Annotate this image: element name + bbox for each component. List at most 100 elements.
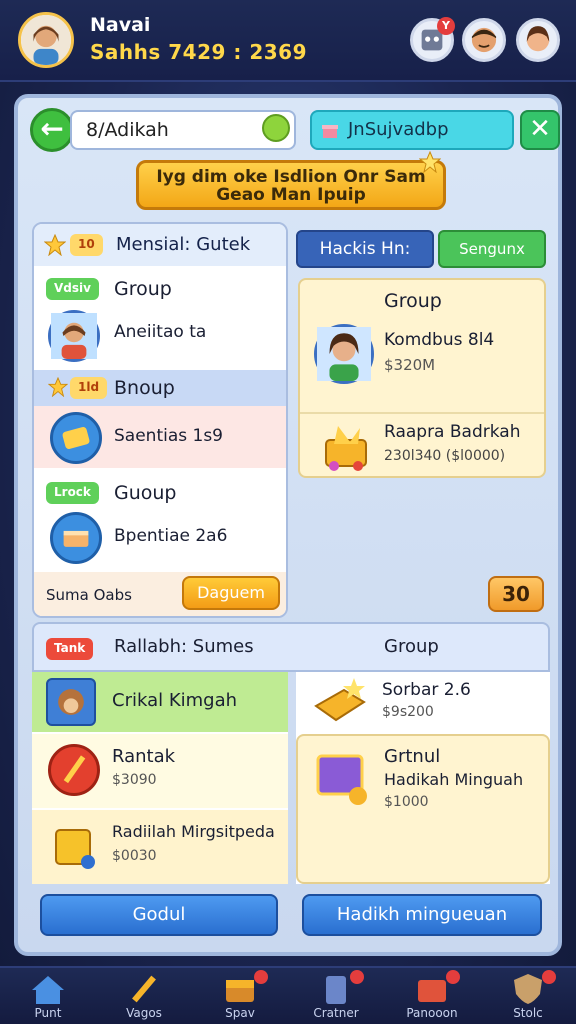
list-item[interactable]: Grtnul Hadikah Minguah $1000 xyxy=(296,734,550,884)
list-item[interactable]: Saentias 1s9 xyxy=(34,406,286,468)
gift-icon xyxy=(322,125,338,138)
robot-icon[interactable]: Y xyxy=(410,17,455,62)
item-title: Crikal Kimgah xyxy=(112,690,238,711)
item-title: Radiilah Mirgsitpeda xyxy=(112,822,275,841)
notification-badge xyxy=(254,970,268,984)
cake-icon xyxy=(50,512,102,564)
row-badge: Lrock xyxy=(46,482,99,504)
group-button[interactable]: Godul xyxy=(40,894,278,936)
lower-section-header: Tank Rallabh: Sumes Group xyxy=(32,622,550,672)
list-item[interactable]: Lrock Guoup Bpentiae 2a6 xyxy=(34,472,286,572)
item-title: Sorbar 2.6 xyxy=(382,680,471,700)
left-list-panel: 10 Mensial: Gutek Vdsiv Group Aneiitao t… xyxy=(32,222,288,618)
notification-badge: Y xyxy=(437,17,455,35)
item-value: $0030 xyxy=(112,848,157,864)
notification-badge xyxy=(542,970,556,984)
left-panel-title: Mensial: Gutek xyxy=(116,234,251,255)
list-item[interactable]: Sorbar 2.6 $9s200 xyxy=(296,672,550,732)
nav-label: Panooon xyxy=(406,1006,458,1020)
item-title: Rantak xyxy=(112,746,176,767)
reward-value: 230l340 ($l0000) xyxy=(384,448,506,464)
list-item[interactable]: Crikal Kimgah xyxy=(32,672,288,732)
player-avatar[interactable] xyxy=(18,12,74,68)
level-badge: 10 xyxy=(70,234,103,256)
notification-badge xyxy=(446,970,460,984)
group-card[interactable]: Group Komdbus 8l4 $320M Raapra Badrkah 2… xyxy=(298,278,546,478)
panel-header: ← 8/Adikah JnSujvadbp ✕ xyxy=(26,104,560,158)
nav-label: Cratner xyxy=(313,1006,359,1020)
nav-item-weapons[interactable]: Vagos xyxy=(96,968,192,1024)
tab-label: JnSujvadbp xyxy=(348,119,449,140)
tab-primary[interactable]: Hackis Hn: xyxy=(296,230,434,268)
magic-box-icon xyxy=(312,746,372,808)
row-subtitle: Aneiitao ta xyxy=(114,322,207,342)
monkey-icon xyxy=(46,678,96,726)
left-panel-header: 10 Mensial: Gutek xyxy=(34,224,286,266)
nav-item-shield[interactable]: Stolc xyxy=(480,968,576,1024)
player-name: Navai xyxy=(90,14,151,36)
lower-right-list: Sorbar 2.6 $9s200 Grtnul Hadikah Minguah… xyxy=(296,672,550,884)
nav-item-home[interactable]: Punt xyxy=(0,968,96,1024)
notification-badge xyxy=(350,970,364,984)
lower-title: Rallabh: Sumes xyxy=(114,636,254,657)
item-subtitle: Hadikah Minguah xyxy=(384,770,524,789)
tab-secondary[interactable]: Sengunx xyxy=(438,230,546,268)
list-item[interactable]: 1ld Bnoup xyxy=(34,370,286,406)
nav-label: Spav xyxy=(225,1006,255,1020)
nav-item-cards[interactable]: Cratner xyxy=(288,968,384,1024)
list-item[interactable]: Vdsiv Group Aneiitao ta xyxy=(34,266,286,370)
entry-value: $320M xyxy=(384,356,436,374)
card-title: Group xyxy=(384,290,442,312)
back-button[interactable]: ← xyxy=(30,108,74,152)
player-stats: Sahhs 7429 : 2369 xyxy=(90,40,307,64)
event-banner[interactable]: Iyg dim oke Isdlion Onr Sam Geao Man Ipu… xyxy=(136,151,446,210)
reward-button[interactable]: Hadikh mingueuan xyxy=(302,894,542,936)
sword-icon xyxy=(124,972,164,1006)
count-button[interactable]: 30 xyxy=(488,576,544,612)
item-value: $3090 xyxy=(112,772,157,788)
nav-label: Punt xyxy=(34,1006,62,1020)
gold-bar-icon xyxy=(310,676,370,728)
star-icon xyxy=(419,151,441,173)
edit-icon[interactable] xyxy=(262,114,290,142)
nav-item-box[interactable]: Panooon xyxy=(384,968,480,1024)
tab-header[interactable]: JnSujvadbp xyxy=(310,110,514,150)
entry-name: Komdbus 8l4 xyxy=(384,330,495,350)
sword-icon xyxy=(48,744,100,796)
close-button[interactable]: ✕ xyxy=(520,110,560,150)
group-card-top: Group Komdbus 8l4 $320M xyxy=(300,280,544,410)
avatar-icon xyxy=(48,310,100,362)
banner-line-1: Iyg dim oke Isdlion Onr Sam xyxy=(156,167,426,187)
star-icon xyxy=(44,234,66,256)
star-icon xyxy=(48,377,68,397)
reward-row: Raapra Badrkah 230l340 ($l0000) xyxy=(300,412,544,480)
nav-label: Stolc xyxy=(513,1006,543,1020)
ticket-icon xyxy=(50,412,102,464)
main-panel: ← 8/Adikah JnSujvadbp ✕ Iyg dim oke Isdl… xyxy=(14,94,562,956)
treasure-icon xyxy=(320,422,372,472)
list-item[interactable]: Radiilah Mirgsitpeda $0030 xyxy=(32,810,288,884)
banner-line-2: Geao Man Ipuip xyxy=(216,185,366,205)
nav-item-chest[interactable]: Spav xyxy=(192,968,288,1024)
row-title: Group xyxy=(114,278,172,300)
row-subtitle: Bpentiae 2a6 xyxy=(114,526,228,546)
friend-avatar-icon[interactable] xyxy=(462,18,506,62)
list-item[interactable]: Rantak $3090 xyxy=(32,734,288,808)
claim-button[interactable]: Daguem xyxy=(182,576,280,610)
row-badge: Vdsiv xyxy=(46,278,99,300)
bottom-nav: Punt Vagos Spav Cratner Panooon Stolc xyxy=(0,966,576,1024)
female-avatar-icon[interactable] xyxy=(516,18,560,62)
nav-label: Vagos xyxy=(126,1006,162,1020)
lower-left-list: Crikal Kimgah Rantak $3090 Radiilah Mirg… xyxy=(32,672,288,884)
avatar-icon xyxy=(314,324,374,384)
right-tabs: Hackis Hn: Sengunx xyxy=(296,230,546,270)
top-bar: Navai Sahhs 7429 : 2369 Y xyxy=(0,0,576,82)
home-icon xyxy=(28,972,68,1006)
row-title: Bnoup xyxy=(114,377,175,399)
scroll-icon xyxy=(48,820,100,872)
tank-badge: Tank xyxy=(46,638,94,660)
row-subtitle: Saentias 1s9 xyxy=(114,426,223,446)
row-title: Guoup xyxy=(114,482,177,504)
footer-label: Suma Oabs xyxy=(46,586,132,604)
reward-name: Raapra Badrkah xyxy=(384,422,521,442)
